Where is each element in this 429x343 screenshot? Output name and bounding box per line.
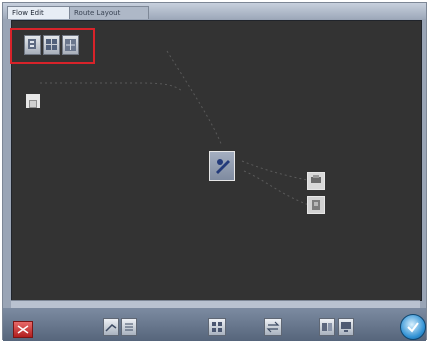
close-button[interactable] xyxy=(13,321,33,338)
confirm-button[interactable] xyxy=(400,314,426,340)
tab-route-layout[interactable]: Route Layout xyxy=(69,6,149,19)
compare-button[interactable] xyxy=(319,318,335,336)
monitor-button[interactable] xyxy=(338,318,354,336)
grid-button[interactable] xyxy=(208,318,226,336)
horizontal-scrollbar[interactable] xyxy=(11,300,420,308)
layout-icon xyxy=(65,39,76,51)
edit-icon xyxy=(216,159,230,174)
layout-button[interactable] xyxy=(62,35,79,55)
processing-node[interactable] xyxy=(209,151,235,181)
transfer-button[interactable] xyxy=(264,318,282,336)
list-icon xyxy=(125,323,133,331)
route-icon xyxy=(105,324,117,332)
document-icon xyxy=(29,100,37,108)
close-icon xyxy=(17,325,29,334)
add-node-icon xyxy=(28,39,36,49)
tab-flow-edit[interactable]: Flow Edit xyxy=(7,6,75,19)
storage-icon xyxy=(312,200,320,210)
grid-icon xyxy=(46,39,57,50)
output-node-1[interactable] xyxy=(307,172,325,190)
tab-bar: Flow Edit Route Layout xyxy=(3,3,426,19)
list-button[interactable] xyxy=(121,318,137,336)
transfer-icon xyxy=(266,321,280,333)
grid-view-button[interactable] xyxy=(43,35,60,55)
route-button[interactable] xyxy=(103,318,119,336)
confirm-icon xyxy=(407,322,419,333)
add-node-button[interactable] xyxy=(24,35,41,55)
monitor-icon xyxy=(341,322,351,332)
grid-icon xyxy=(212,322,222,332)
compare-icon xyxy=(322,323,332,331)
output-node-2[interactable] xyxy=(307,196,325,214)
source-node[interactable] xyxy=(26,94,40,108)
printer-icon xyxy=(311,175,321,183)
